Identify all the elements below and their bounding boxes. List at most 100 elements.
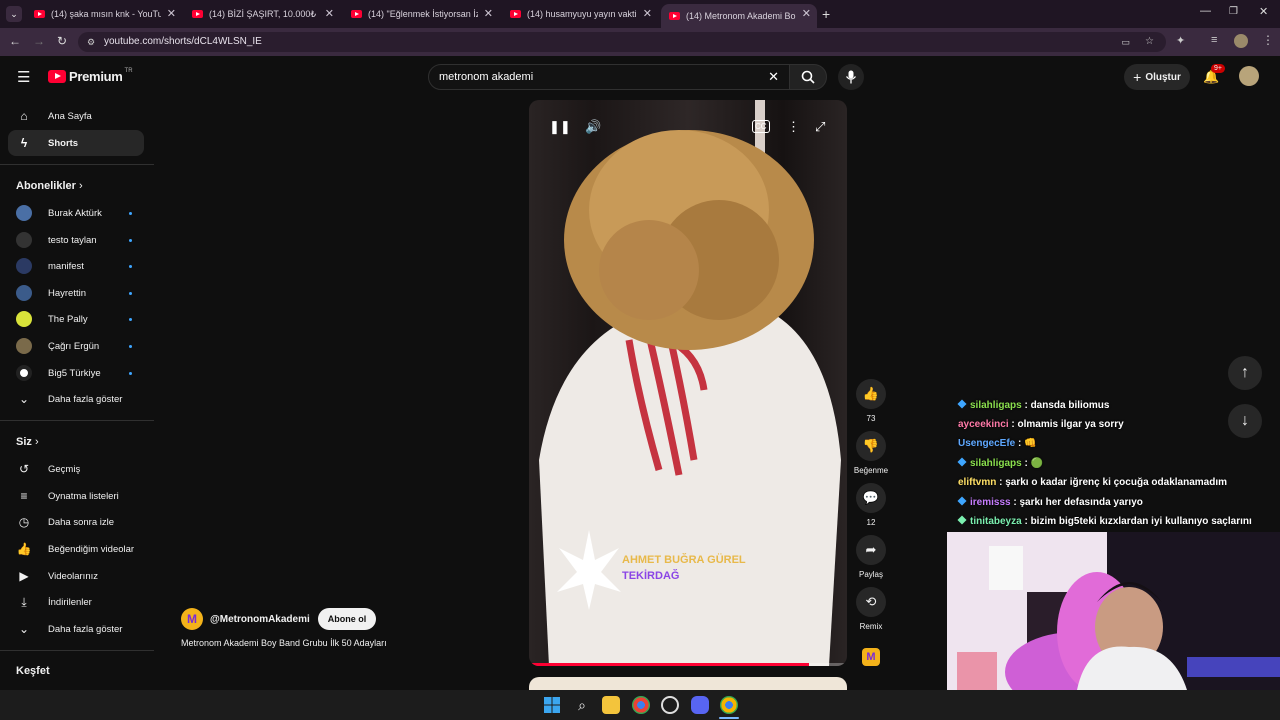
account-avatar[interactable] bbox=[1239, 66, 1259, 86]
search-button[interactable] bbox=[789, 64, 827, 90]
browser-tab[interactable]: (14) şaka mısın knk - YouTube ✕ bbox=[26, 4, 182, 24]
shorts-video-player[interactable]: AHMET BUĞRA GÜREL TEKİRDAĞ ❚❚ 🔊 CC ⋮ ⤢ bbox=[529, 100, 847, 666]
new-content-dot bbox=[129, 371, 132, 375]
reload-icon[interactable]: ↻ bbox=[57, 34, 67, 48]
more-options-button[interactable]: ⋮ bbox=[787, 119, 800, 135]
chrome-active-icon[interactable] bbox=[720, 696, 738, 714]
channel-handle[interactable]: @MetronomAkademi bbox=[210, 614, 310, 625]
browser-tab[interactable]: (14) BİZİ ŞAŞIRT, 10.000₺ KAZAN✕ bbox=[184, 4, 340, 24]
media-icon[interactable]: ≡ bbox=[1211, 34, 1217, 46]
search-icon bbox=[801, 70, 815, 84]
sidebar-item-playlists[interactable]: ≡ Oynatma listeleri bbox=[8, 483, 144, 509]
obs-icon[interactable] bbox=[661, 696, 679, 714]
new-content-dot bbox=[129, 291, 132, 295]
chevron-right-icon: › bbox=[78, 180, 83, 192]
restore-icon[interactable]: ❐ bbox=[1229, 6, 1238, 17]
next-short-preview[interactable] bbox=[529, 677, 847, 690]
thumbs-up-icon: 👍 bbox=[862, 386, 880, 401]
cast-icon[interactable]: ▭ bbox=[1121, 32, 1130, 52]
sidebar-item-liked-videos[interactable]: 👍 Beğendiğim videolar bbox=[8, 536, 144, 562]
voice-search-button[interactable] bbox=[838, 64, 864, 90]
youtube-icon bbox=[192, 10, 203, 18]
notifications-button[interactable]: 🔔 9+ bbox=[1203, 64, 1225, 86]
sidebar-item-your-videos[interactable]: ▶ Videolarınız bbox=[8, 563, 144, 589]
extensions-icon[interactable]: ✦ bbox=[1176, 34, 1185, 47]
taskbar-search-icon[interactable]: ⌕ bbox=[573, 696, 591, 714]
subscribe-button[interactable]: Abone ol bbox=[317, 608, 377, 630]
hamburger-menu-icon[interactable]: ☰ bbox=[17, 68, 30, 86]
plus-icon: + bbox=[1133, 69, 1142, 85]
video-title[interactable]: Metronom Akademi Boy Band Grubu İlk 50 A… bbox=[181, 638, 387, 648]
captions-button[interactable]: CC bbox=[752, 120, 770, 133]
sidebar-item-downloads[interactable]: ⤓ İndirilenler bbox=[8, 589, 144, 615]
browser-tab[interactable]: (14) "Eğlenmek İstiyorsan İzle"✕ bbox=[343, 4, 499, 24]
browser-tab[interactable]: (14) husamyuyu yayın vakti 15 ✕ bbox=[502, 4, 658, 24]
minimize-icon[interactable]: — bbox=[1200, 5, 1211, 17]
sidebar-item-subscription[interactable]: Big5 Türkiye bbox=[8, 360, 144, 386]
new-tab-icon[interactable]: + bbox=[822, 6, 830, 22]
volume-button[interactable]: 🔊 bbox=[585, 119, 601, 135]
close-icon[interactable]: ✕ bbox=[643, 7, 652, 20]
sidebar-item-watch-later[interactable]: ◷ Daha sonra izle bbox=[8, 509, 144, 535]
show-more-you[interactable]: ⌄ Daha fazla göster bbox=[8, 616, 144, 642]
webcam-frame bbox=[947, 532, 1280, 690]
bookmark-star-icon[interactable]: ☆ bbox=[1145, 32, 1154, 52]
chrome-icon[interactable] bbox=[632, 696, 650, 714]
sidebar-item-history[interactable]: ↺ Geçmiş bbox=[8, 456, 144, 482]
dislike-button[interactable]: 👎 Beğenme bbox=[854, 431, 888, 475]
youtube-logo[interactable]: Premium TR bbox=[48, 68, 133, 84]
file-explorer-icon[interactable] bbox=[602, 696, 620, 714]
channel-thumbnail[interactable]: M bbox=[862, 648, 880, 666]
sidebar-item-home[interactable]: ⌂ Ana Sayfa bbox=[8, 103, 144, 129]
arrow-down-icon: ↓ bbox=[1241, 412, 1249, 429]
sidebar-item-subscription[interactable]: The Pally bbox=[8, 306, 144, 332]
notification-badge: 9+ bbox=[1211, 64, 1225, 73]
tab-search-icon[interactable]: ⌄ bbox=[6, 6, 22, 22]
close-icon[interactable]: ✕ bbox=[484, 7, 493, 20]
close-icon[interactable]: ✕ bbox=[325, 7, 334, 20]
search-input[interactable]: metronom akademi ✕ bbox=[428, 64, 790, 90]
subscriptions-header[interactable]: Abonelikler › bbox=[16, 180, 83, 192]
close-window-icon[interactable]: ✕ bbox=[1259, 5, 1268, 18]
back-icon[interactable]: ← bbox=[9, 34, 21, 48]
browser-tab-active[interactable]: (14) Metronom Akademi Bo ✕ bbox=[661, 4, 817, 28]
share-button[interactable]: ➦ Paylaş bbox=[856, 535, 886, 579]
channel-avatar bbox=[16, 365, 32, 381]
comments-button[interactable]: 💬 12 bbox=[856, 483, 886, 527]
show-more-subscriptions[interactable]: ⌄ Daha fazla göster bbox=[8, 386, 144, 412]
chat-message: tinitabeyza : bizim big5teki kızxlardan … bbox=[957, 515, 1252, 527]
close-icon[interactable]: ✕ bbox=[167, 7, 176, 20]
address-bar[interactable]: ⚙ youtube.com/shorts/dCL4WLSN_IE ▭ ☆ bbox=[78, 32, 1166, 52]
pause-button[interactable]: ❚❚ bbox=[549, 119, 571, 135]
forward-icon[interactable]: → bbox=[33, 34, 45, 48]
chat-message: silahligaps : dansda biliomus bbox=[957, 399, 1109, 411]
remix-button[interactable]: ⟲ Remix bbox=[856, 587, 886, 631]
sidebar-item-shorts[interactable]: ϟ Shorts bbox=[8, 130, 144, 156]
sidebar-item-subscription[interactable]: Burak Aktürk bbox=[8, 200, 144, 226]
channel-avatar[interactable]: M bbox=[181, 608, 203, 630]
close-icon[interactable]: ✕ bbox=[802, 7, 811, 20]
sidebar-item-subscription[interactable]: manifest bbox=[8, 253, 144, 279]
divider bbox=[0, 420, 154, 421]
profile-avatar[interactable] bbox=[1234, 34, 1248, 48]
more-vert-icon: ⋮ bbox=[787, 119, 800, 134]
discord-icon[interactable] bbox=[691, 696, 709, 714]
browser-menu-icon[interactable]: ⋮ bbox=[1262, 33, 1274, 47]
nav-down-button[interactable]: ↓ bbox=[1228, 404, 1262, 438]
windows-start-icon[interactable] bbox=[543, 696, 561, 714]
site-info-icon[interactable]: ⚙ bbox=[87, 32, 95, 52]
active-app-indicator bbox=[719, 717, 739, 719]
sidebar-item-subscription[interactable]: Çağrı Ergün bbox=[8, 333, 144, 359]
video-progress-bar[interactable] bbox=[529, 663, 847, 666]
comment-icon: 💬 bbox=[862, 490, 880, 505]
like-button[interactable]: 👍 73 bbox=[856, 379, 886, 423]
clear-search-icon[interactable]: ✕ bbox=[768, 65, 779, 89]
sidebar-item-subscription[interactable]: testo taylan bbox=[8, 227, 144, 253]
nav-up-button[interactable]: ↑ bbox=[1228, 356, 1262, 390]
fullscreen-button[interactable]: ⤢ bbox=[815, 119, 825, 135]
sidebar-item-subscription[interactable]: Hayrettin bbox=[8, 280, 144, 306]
create-button[interactable]: + Oluştur bbox=[1124, 64, 1190, 90]
you-header[interactable]: Siz › bbox=[16, 436, 39, 448]
verified-badge-icon bbox=[957, 496, 967, 506]
new-content-dot bbox=[129, 344, 132, 348]
